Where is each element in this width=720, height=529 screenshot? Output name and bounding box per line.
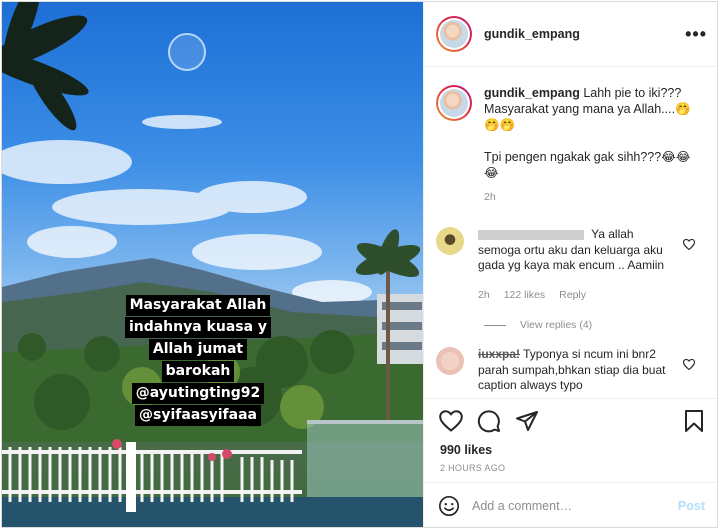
add-comment-bar: Add a comment… Post <box>424 482 717 527</box>
overlay-line: Allah jumat <box>148 339 248 360</box>
caption-username[interactable]: gundik_empang <box>484 86 580 100</box>
scenery-illustration <box>2 2 423 527</box>
comment-avatar[interactable] <box>436 347 464 375</box>
media-text-overlay: Masyarakat Allah indahnya kuasa y Allah … <box>123 295 273 427</box>
like-comment-heart-icon[interactable] <box>683 239 695 250</box>
overlay-line: @syifaasyifaaa <box>135 405 261 426</box>
overlay-line: barokah <box>161 361 235 382</box>
share-paper-plane-icon[interactable] <box>515 410 539 432</box>
post-media[interactable]: Masyarakat Allah indahnya kuasa y Allah … <box>2 2 423 527</box>
post-actions: 990 likes 2 HOURS AGO <box>424 398 717 473</box>
comment-item: iuxxpa! Typonya si ncum ini bnr2 parah s… <box>424 347 717 394</box>
comment-username[interactable]: iuxxpa! <box>478 347 520 361</box>
redacted-username <box>478 229 584 240</box>
post-date[interactable]: 2 HOURS AGO <box>424 457 717 473</box>
comment-body: iuxxpa! Typonya si ncum ini bnr2 parah s… <box>478 347 674 394</box>
caption-timestamp[interactable]: 2h <box>484 189 704 205</box>
like-comment-heart-icon[interactable] <box>683 359 695 370</box>
overlay-line: Masyarakat Allah <box>125 295 271 316</box>
overlay-line: indahnya kuasa y <box>124 317 272 338</box>
bookmark-icon[interactable] <box>684 409 704 433</box>
like-heart-icon[interactable] <box>439 410 463 432</box>
more-icon[interactable]: ••• <box>685 25 707 43</box>
post-caption-block: gundik_empang Lahh pie to iki??? Masyara… <box>424 68 717 205</box>
profile-picture <box>440 20 468 48</box>
view-replies-label: View replies (4) <box>520 319 593 331</box>
post-comment-button[interactable]: Post <box>678 499 705 513</box>
post-header: gundik_empang ••• <box>424 2 717 67</box>
post-side-panel: gundik_empang ••• gundik_empang Lahh pie… <box>423 2 717 527</box>
comment-item: Ya allah semoga ortu aku dan keluarga ak… <box>424 227 717 303</box>
likes-count[interactable]: 990 likes <box>424 443 717 457</box>
instagram-post-frame: Masyarakat Allah indahnya kuasa y Allah … <box>1 1 718 528</box>
caption-text: Lahh pie to iki??? Masyarakat yang mana … <box>484 86 691 180</box>
comments-list[interactable]: gundik_empang Lahh pie to iki??? Masyara… <box>424 68 717 398</box>
header-username[interactable]: gundik_empang <box>484 27 685 41</box>
reply-button[interactable]: Reply <box>559 288 586 304</box>
replies-divider <box>484 324 506 326</box>
comment-avatar[interactable] <box>436 227 464 255</box>
comment-body: Ya allah semoga ortu aku dan keluarga ak… <box>478 227 674 303</box>
overlay-line: @ayutingting92 <box>131 383 265 404</box>
caption-text-block: gundik_empang Lahh pie to iki??? Masyara… <box>484 85 704 205</box>
comment-time[interactable]: 2h <box>478 288 490 304</box>
action-icons-row <box>424 399 717 443</box>
comment-bubble-icon[interactable] <box>477 409 501 433</box>
comment-likes[interactable]: 122 likes <box>504 288 545 304</box>
avatar[interactable] <box>436 85 472 121</box>
emoji-smiley-icon[interactable] <box>438 495 460 517</box>
avatar[interactable] <box>436 16 472 52</box>
profile-picture <box>440 89 468 117</box>
view-replies-button[interactable]: View replies (4) <box>484 319 717 331</box>
comment-meta: 2h 122 likes Reply <box>478 288 674 304</box>
comment-input[interactable]: Add a comment… <box>472 499 678 513</box>
